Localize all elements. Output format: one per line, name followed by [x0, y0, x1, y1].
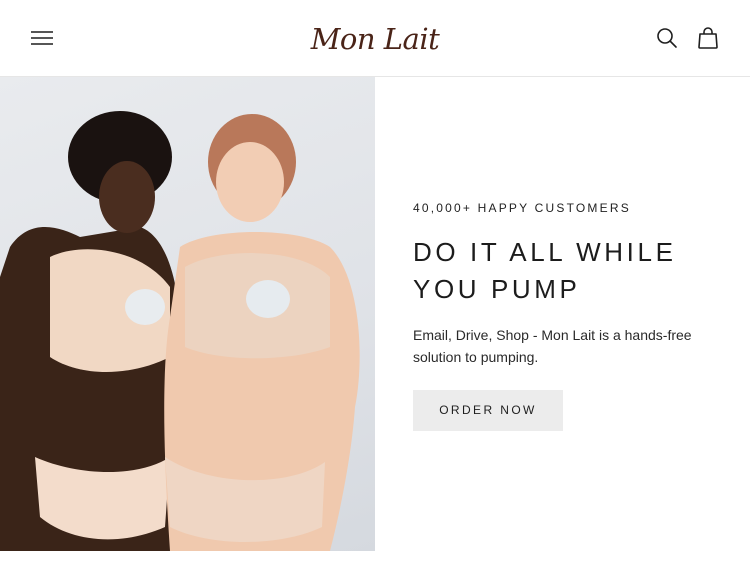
hero-description: Email, Drive, Shop - Mon Lait is a hands… — [413, 327, 692, 365]
hamburger-menu-icon[interactable] — [30, 27, 54, 49]
order-now-button[interactable]: ORDER NOW — [413, 390, 563, 431]
hero-photo — [0, 77, 375, 551]
search-icon[interactable] — [656, 27, 678, 49]
shopping-bag-icon[interactable] — [697, 26, 719, 50]
hero-headline: DO IT ALL WHILE YOU PUMP — [413, 234, 733, 308]
model-right-figure — [164, 114, 360, 551]
customer-count-eyebrow: 40,000+ HAPPY CUSTOMERS — [413, 201, 631, 215]
model-left-figure — [0, 111, 181, 551]
brand-logo[interactable]: Mon Lait — [290, 17, 460, 61]
hero-headline-line-1: DO IT ALL WHILE — [413, 237, 677, 267]
site-header: Mon Lait — [0, 0, 750, 77]
hero-headline-line-2: YOU PUMP — [413, 274, 581, 304]
hero-content: 40,000+ HAPPY CUSTOMERS DO IT ALL WHILE … — [413, 200, 733, 431]
